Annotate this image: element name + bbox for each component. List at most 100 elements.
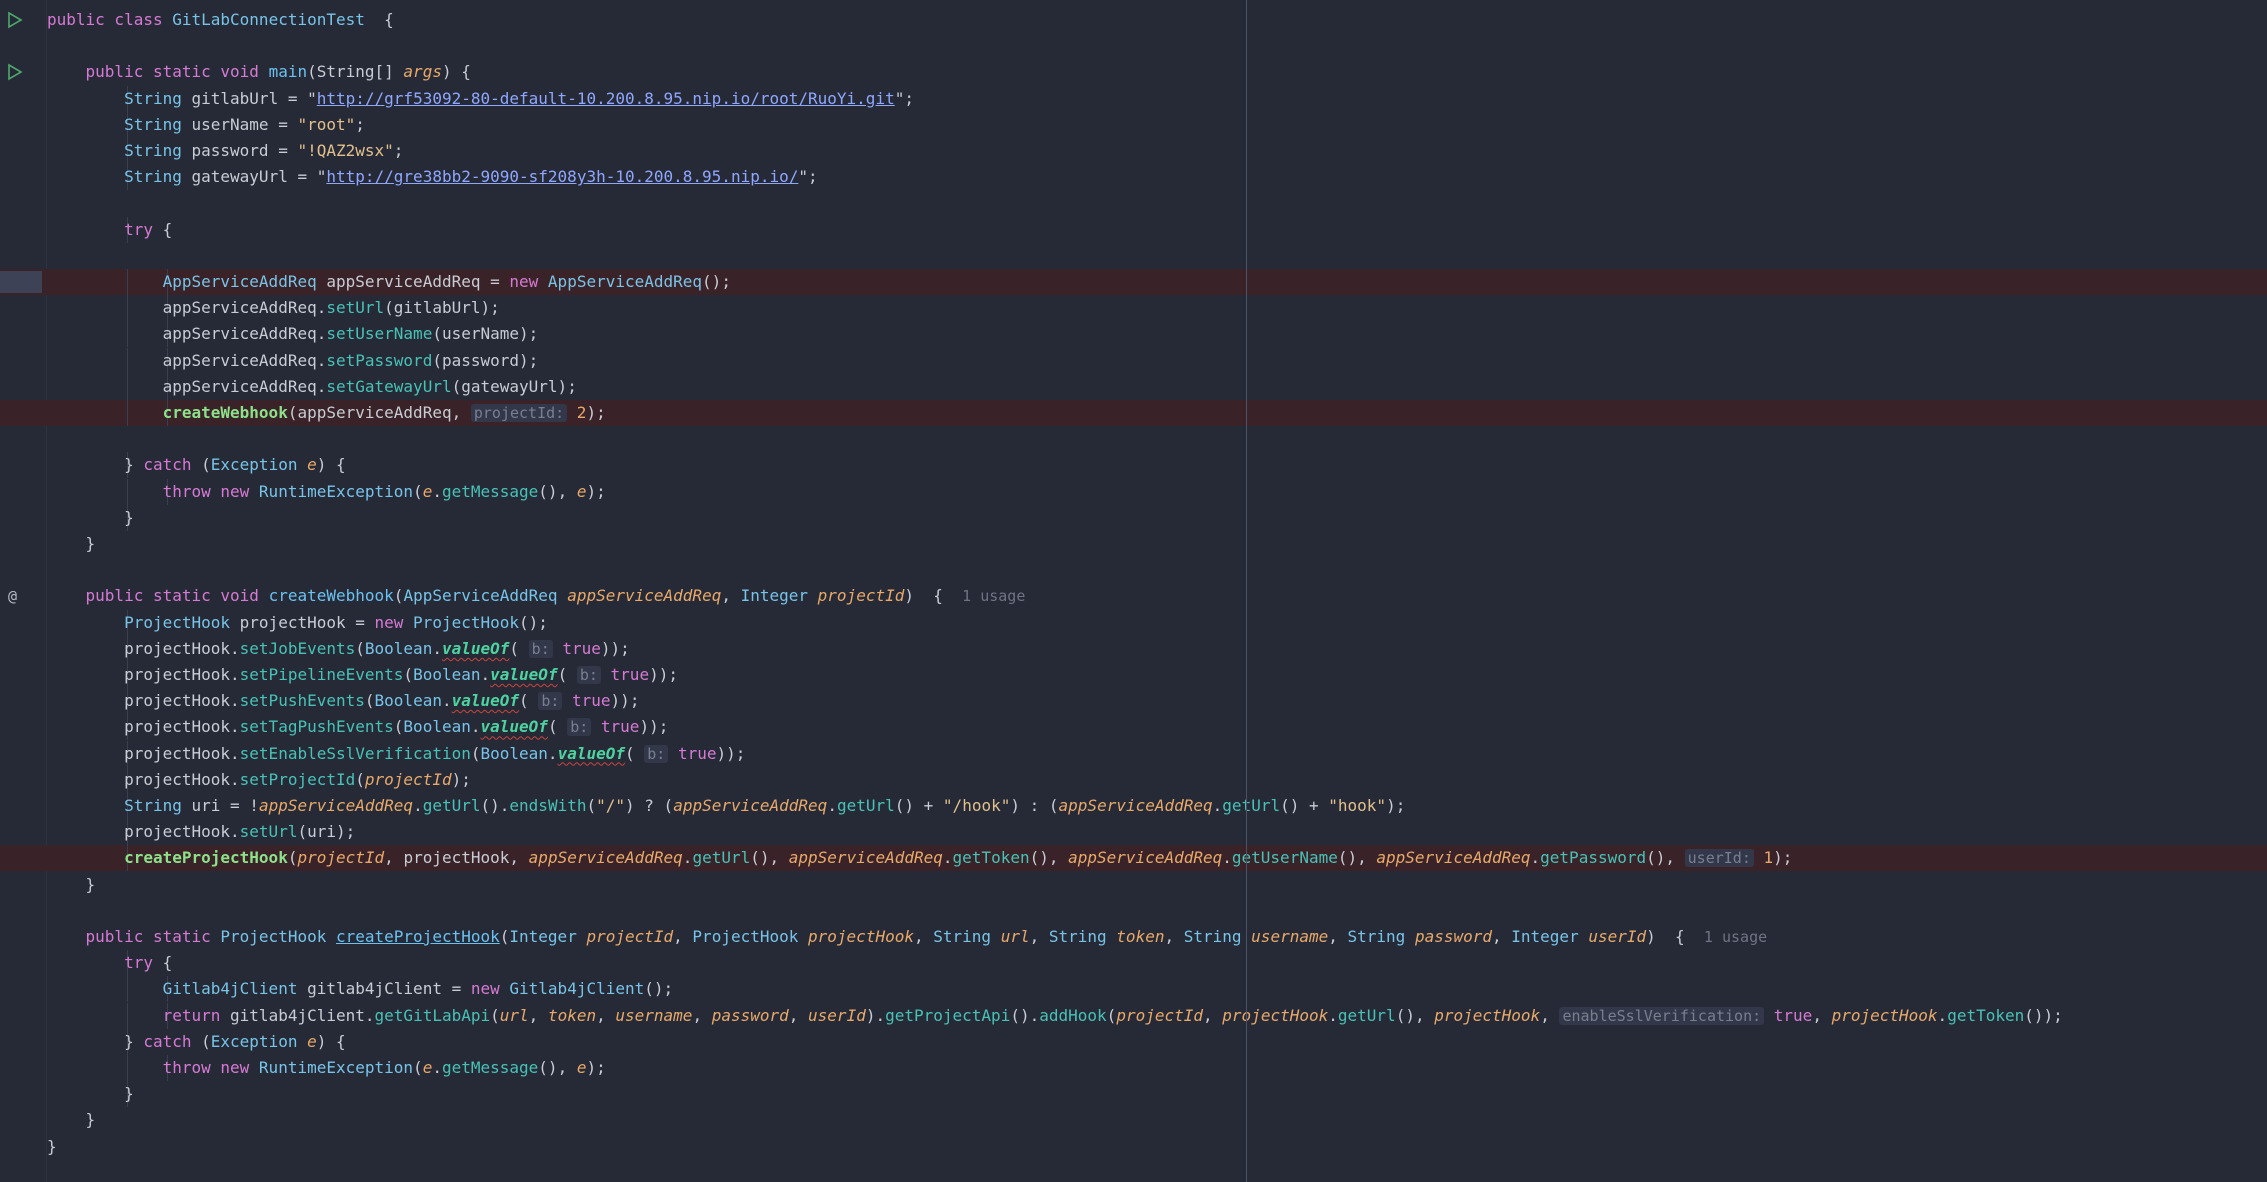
code-line[interactable]: public static ProjectHook createProjectH… <box>0 924 2267 950</box>
code-token: . <box>682 848 693 868</box>
code-token: getUrl <box>692 848 751 868</box>
code-token: . <box>413 796 423 815</box>
code-line[interactable]: projectHook.setUrl(uri); <box>0 819 2267 846</box>
code-line[interactable]: createWebhook(appServiceAddReq, projectI… <box>0 400 2267 426</box>
code-line[interactable]: String gatewayUrl = "http://gre38bb2-909… <box>0 164 2267 191</box>
code-text: projectHook.setPushEvents(Boolean.valueO… <box>47 688 639 714</box>
run-icon[interactable] <box>6 63 24 81</box>
code-line[interactable]: } <box>0 872 2267 898</box>
code-token: { <box>364 10 394 29</box>
code-token: String <box>124 141 192 160</box>
parameter-hint: enableSslVerification: <box>1559 1006 1765 1025</box>
code-text: String gitlabUrl = "http://grf53092-80-d… <box>47 86 914 112</box>
code-line[interactable] <box>0 557 2267 583</box>
code-line[interactable]: return gitlab4jClient.getGitLabApi(url, … <box>0 1002 2267 1029</box>
code-line[interactable] <box>0 426 2267 452</box>
code-line[interactable]: throw new RuntimeException(e.getMessage(… <box>0 1055 2267 1081</box>
code-token: ) { <box>441 62 471 82</box>
code-line[interactable]: } <box>0 1081 2267 1108</box>
run-icon[interactable] <box>6 11 24 29</box>
code-line[interactable]: } <box>0 504 2267 531</box>
code-line[interactable] <box>0 898 2267 924</box>
code-line[interactable] <box>0 33 2267 59</box>
code-token: , <box>1540 1005 1560 1025</box>
code-line[interactable]: projectHook.setJobEvents(Boolean.valueOf… <box>0 635 2267 662</box>
code-line[interactable]: String password = "!QAZ2wsx"; <box>0 138 2267 164</box>
usage-count-link[interactable]: 1 usage <box>1704 928 1767 946</box>
code-line[interactable]: Gitlab4jClient gitlab4jClient = new Gitl… <box>0 976 2267 1003</box>
code-line[interactable] <box>0 243 2267 269</box>
code-line[interactable]: public static void main(String[] args) { <box>0 59 2267 85</box>
code-line[interactable]: appServiceAddReq.setPassword(password); <box>0 347 2267 374</box>
code-token: ( <box>191 455 211 475</box>
code-token: password <box>1414 927 1492 946</box>
code-line[interactable]: try { <box>0 950 2267 977</box>
code-token: (), <box>538 481 577 501</box>
code-token: setUrl <box>239 822 298 842</box>
code-token: createProjectHook <box>124 848 288 868</box>
code-token: gitlabUrl = " <box>191 88 317 108</box>
code-token: projectHook <box>1222 1005 1329 1025</box>
code-token: appServiceAddReq. <box>162 350 327 370</box>
code-token: ) { <box>1646 927 1704 946</box>
code-token: getUrl <box>422 796 481 815</box>
code-token: (appServiceAddReq, <box>287 403 471 422</box>
code-token: new <box>374 612 414 632</box>
url-link[interactable]: http://gre38bb2-9090-sf208y3h-10.200.8.9… <box>326 167 798 186</box>
code-token: ( <box>625 743 645 763</box>
code-line[interactable]: createProjectHook(projectId, projectHook… <box>0 845 2267 872</box>
code-token: projectId <box>364 769 452 789</box>
code-line[interactable]: projectHook.setPipelineEvents(Boolean.va… <box>0 662 2267 688</box>
code-line[interactable]: appServiceAddReq.setUserName(userName); <box>0 321 2267 348</box>
parameter-hint: b: <box>528 639 553 658</box>
code-line[interactable]: } catch (Exception e) { <box>0 1028 2267 1055</box>
code-line[interactable]: projectHook.setPushEvents(Boolean.valueO… <box>0 688 2267 715</box>
code-token: String <box>1347 927 1415 946</box>
code-token: e <box>307 1031 317 1051</box>
code-line[interactable]: @ public static void createWebhook(AppSe… <box>0 583 2267 609</box>
code-line[interactable]: projectHook.setEnableSslVerification (Boo… <box>0 740 2267 767</box>
code-token: ). <box>865 1005 886 1025</box>
code-text: String userName = "root"; <box>47 112 365 138</box>
code-token: ); <box>1773 848 1793 868</box>
code-line[interactable]: String gitlabUrl = "http://grf53092-80-d… <box>0 85 2267 112</box>
code-token: setUserName <box>326 324 433 344</box>
code-line[interactable]: projectHook.setTagPushEvents(Boolean.val… <box>0 714 2267 741</box>
parameter-hint: b: <box>644 744 669 763</box>
code-line[interactable]: throw new RuntimeException(e.getMessage(… <box>0 478 2267 505</box>
code-text: projectHook.setEnableSslVerification (Boo… <box>47 741 745 767</box>
code-line[interactable]: appServiceAddReq.setUrl(gitlabUrl); <box>0 295 2267 322</box>
code-token: "; <box>798 167 818 187</box>
code-token: )); <box>639 717 669 737</box>
code-line[interactable]: } <box>0 1107 2267 1133</box>
code-token: ) : ( <box>1010 796 1059 815</box>
code-token: true <box>1764 1005 1813 1025</box>
code-line[interactable]: ProjectHook projectHook = new ProjectHoo… <box>0 609 2267 636</box>
parameter-hint: projectId: <box>470 404 568 422</box>
code-line[interactable]: AppServiceAddReq appServiceAddReq = new … <box>0 269 2267 295</box>
code-token: getToken <box>1947 1005 2025 1025</box>
code-token: } <box>47 1136 57 1156</box>
code-token: , <box>1812 1005 1832 1025</box>
url-link[interactable]: http://grf53092-80-default-10.200.8.95.n… <box>317 89 895 108</box>
code-text: return gitlab4jClient.getGitLabApi(url, … <box>47 1003 2063 1029</box>
code-token: { <box>152 953 173 973</box>
code-line[interactable]: } <box>0 1134 2267 1160</box>
code-line[interactable]: } catch (Exception e) { <box>0 452 2267 479</box>
usage-count-link[interactable]: 1 usage <box>962 587 1025 605</box>
code-token: appServiceAddReq. <box>162 324 327 344</box>
code-token: (), <box>750 848 789 868</box>
code-line[interactable]: try { <box>0 216 2267 243</box>
code-token: (); <box>519 612 548 632</box>
code-token: throw new <box>162 481 259 501</box>
code-editor[interactable]: public class GitLabConnectionTest { publ… <box>0 0 2267 1182</box>
code-line[interactable]: String uri = !appServiceAddReq.getUrl().… <box>0 793 2267 819</box>
code-line[interactable]: } <box>0 531 2267 557</box>
code-line[interactable]: projectHook.setProjectId(projectId); <box>0 766 2267 793</box>
code-line[interactable]: appServiceAddReq.setGatewayUrl(gatewayUr… <box>0 373 2267 400</box>
code-token: ( <box>586 796 597 815</box>
code-line[interactable]: public class GitLabConnectionTest { <box>0 7 2267 33</box>
code-line[interactable] <box>0 190 2267 216</box>
code-token: ); <box>1386 796 1406 815</box>
code-line[interactable]: String userName = "root"; <box>0 111 2267 138</box>
